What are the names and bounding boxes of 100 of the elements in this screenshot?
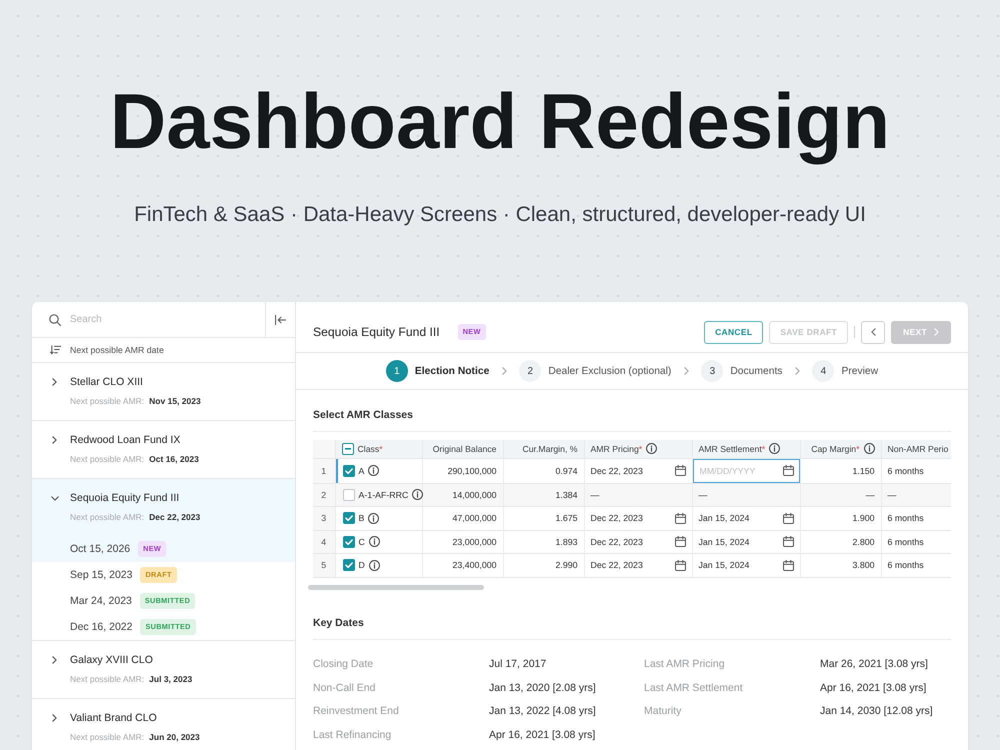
step-number[interactable]: 2	[519, 360, 542, 382]
class-name: A	[358, 466, 364, 476]
checkbox[interactable]	[342, 512, 354, 524]
table-cell: —	[881, 483, 951, 506]
chevron-left-icon	[870, 328, 876, 336]
table-cell: 290,100,000	[422, 458, 503, 483]
horizontal-scrollbar[interactable]	[308, 584, 484, 590]
checkbox[interactable]	[342, 488, 354, 501]
info-icon[interactable]	[368, 560, 380, 571]
step-label[interactable]: Dealer Exclusion (optional)	[548, 366, 672, 376]
step-label[interactable]: Documents	[730, 366, 782, 376]
info-icon[interactable]	[769, 443, 780, 454]
date-label: Maturity	[644, 705, 682, 718]
step-label[interactable]: Preview	[841, 366, 878, 376]
column-header: AMR Pricing*	[590, 444, 642, 454]
step-number[interactable]: 4	[812, 360, 834, 382]
table-cell: 2.800	[800, 530, 881, 554]
fund-list-item[interactable]: Sequoia Equity Fund III Next possible AMR: Dec 22, 2023	[32, 479, 295, 536]
date-value: Jan 13, 2022 [4.08 yrs]	[489, 705, 596, 718]
table-cell: —	[584, 483, 692, 506]
date-label: Closing Date	[313, 658, 374, 670]
table-row[interactable]: 1 A 290,100,000 0.974 Dec 22, 2023 MM/DD/YYYY 1.150 6 months	[313, 458, 951, 483]
table-cell: 1.675	[503, 506, 584, 530]
date-field[interactable]: Jan 15, 2024	[692, 554, 800, 577]
notice-date: Sep 15, 2023	[70, 569, 132, 581]
info-icon[interactable]	[646, 443, 658, 454]
table-cell: —	[800, 483, 881, 506]
chevron-right-icon	[502, 367, 508, 375]
amr-label: Next possible AMR:	[70, 395, 144, 408]
calendar-icon[interactable]	[674, 536, 686, 548]
column-header: Cur.Margin, %	[522, 444, 578, 454]
table-cell: 6 months	[881, 458, 951, 483]
checkbox[interactable]	[342, 559, 354, 572]
date-label: Last AMR Pricing	[644, 658, 725, 670]
calendar-icon[interactable]	[674, 512, 686, 524]
date-field[interactable]: Jan 15, 2024	[692, 530, 800, 554]
table-cell: 3.800	[800, 554, 881, 577]
fund-list-item[interactable]: Galaxy XVIII CLO Next possible AMR: Jul 3, 2023	[32, 641, 295, 698]
date-value: Jan 13, 2020 [2.08 yrs]	[489, 682, 596, 694]
class-name: C	[358, 536, 365, 547]
cancel-button[interactable]: CANCEL	[704, 320, 764, 344]
info-icon[interactable]	[864, 443, 874, 454]
date-label: Last AMR Settlement	[644, 682, 743, 694]
row-number: 5	[313, 554, 335, 577]
table-cell: 1.900	[800, 506, 881, 530]
date-input[interactable]: MM/DD/YYYY	[692, 458, 800, 482]
row-number: 2	[313, 483, 335, 506]
fund-list-item[interactable]: Stellar CLO XIII Next possible AMR: Nov 15, 2023	[32, 363, 295, 420]
collapse-sidebar-button[interactable]	[265, 302, 295, 337]
date-field[interactable]: Dec 22, 2023	[584, 530, 692, 554]
table-row[interactable]: 5 D 23,400,000 2.990 Dec 22, 2023 Jan 15, 2024 3.800 6 months	[313, 554, 951, 577]
column-header: AMR Settlement*	[698, 444, 766, 454]
date-label: Reinvestment End	[313, 705, 399, 718]
step-number[interactable]: 1	[386, 360, 408, 382]
info-icon[interactable]	[412, 489, 424, 500]
calendar-icon[interactable]	[674, 560, 686, 571]
column-header: Original Balance	[432, 444, 496, 454]
table-row[interactable]: 2 A-1-AF-RRC 14,000,000 1.384 — — — —	[313, 483, 951, 506]
info-icon[interactable]	[368, 465, 380, 476]
fund-name: Sequoia Equity Fund III	[70, 491, 180, 506]
table-row[interactable]: 3 B 47,000,000 1.675 Dec 22, 2023 Jan 15, 2024 1.900 6 months	[313, 506, 951, 530]
calendar-icon[interactable]	[782, 465, 794, 476]
calendar-icon[interactable]	[782, 560, 794, 571]
chevron-right-icon	[684, 367, 690, 375]
row-number: 4	[313, 530, 335, 554]
table-cell: 6 months	[881, 506, 951, 530]
search-field[interactable]: Search	[70, 308, 265, 330]
section-title: Select AMR Classes	[313, 408, 413, 423]
fund-list-item[interactable]: Redwood Loan Fund IX Next possible AMR: Oct 16, 2023	[32, 421, 295, 478]
calendar-icon[interactable]	[782, 512, 794, 524]
notice-date: Mar 24, 2023	[70, 595, 132, 607]
hero-title: Dashboard Redesign	[110, 76, 890, 167]
search-icon	[49, 314, 61, 326]
date-value: Jan 14, 2030 [12.08 yrs]	[820, 705, 933, 718]
date-value: Mar 26, 2021 [3.08 yrs]	[820, 658, 928, 670]
select-all-checkbox[interactable]	[342, 442, 354, 455]
column-header: Cap Margin*	[811, 444, 860, 454]
fund-name: Galaxy XVIII CLO	[70, 653, 154, 668]
date-field[interactable]: Jan 15, 2024	[692, 506, 800, 530]
amr-label: Next possible AMR:	[70, 511, 144, 524]
table-cell: 6 months	[881, 530, 951, 554]
info-icon[interactable]	[368, 512, 380, 524]
table-cell: 2.990	[503, 554, 584, 577]
table-row[interactable]: 4 C 23,000,000 1.893 Dec 22, 2023 Jan 15, 2024 2.800 6 months	[313, 530, 951, 554]
calendar-icon[interactable]	[674, 465, 686, 476]
date-field[interactable]: Dec 22, 2023	[584, 554, 692, 577]
checkbox[interactable]	[342, 464, 354, 476]
sort-button[interactable]: Next possible AMR date	[50, 345, 164, 355]
info-icon[interactable]	[368, 536, 380, 548]
notice-date: Dec 16, 2022	[70, 621, 132, 633]
hero-subtitle: FinTech & SaaS · Data-Heavy Screens · Clean, structured, developer-ready UI	[134, 202, 866, 228]
date-value: Apr 16, 2021 [3.08 yrs]	[820, 682, 926, 694]
date-field[interactable]: Dec 22, 2023	[584, 506, 692, 530]
date-field[interactable]: Dec 22, 2023	[584, 458, 692, 483]
step-number[interactable]: 3	[701, 360, 724, 382]
fund-list-item[interactable]: Valiant Brand CLO Next possible AMR: Jun 20, 2023	[32, 699, 295, 750]
calendar-icon[interactable]	[782, 536, 794, 548]
table-cell: 0.974	[503, 458, 584, 483]
checkbox[interactable]	[342, 536, 354, 548]
step-label[interactable]: Election Notice	[414, 366, 490, 376]
